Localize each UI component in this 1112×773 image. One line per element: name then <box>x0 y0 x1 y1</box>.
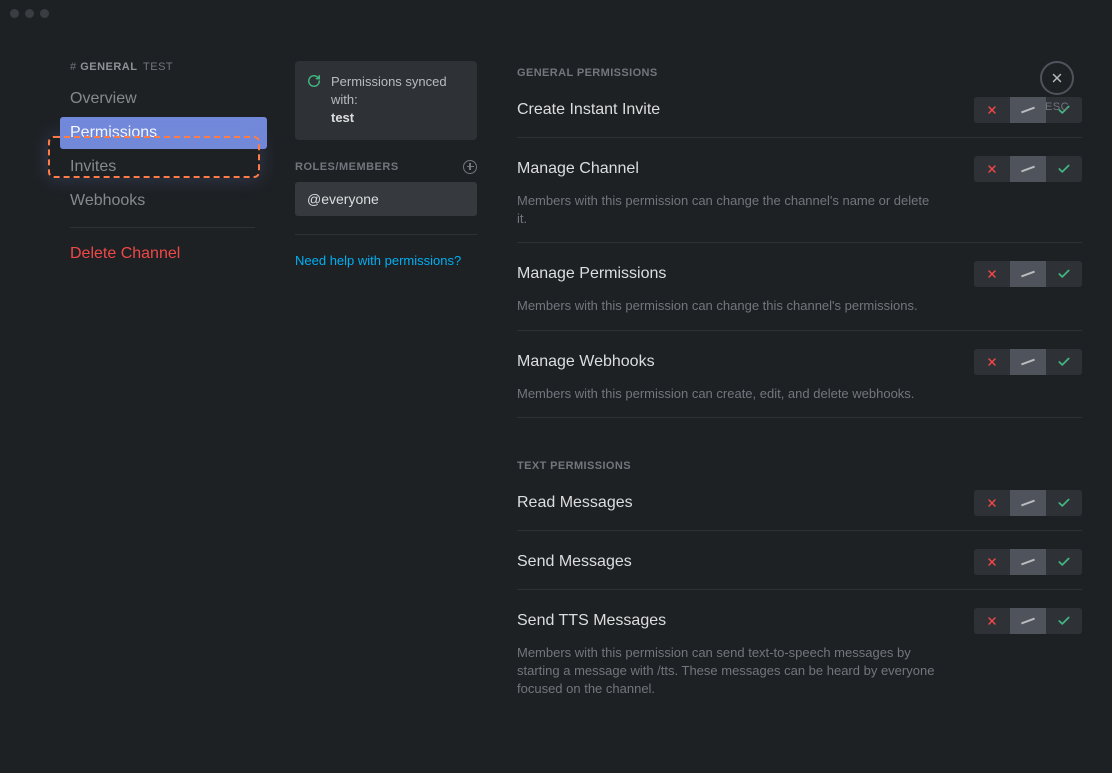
add-role-icon[interactable] <box>463 160 477 174</box>
perm-passthrough-button[interactable] <box>1010 349 1046 375</box>
perm-deny-button[interactable] <box>974 261 1010 287</box>
sync-icon <box>307 74 321 128</box>
perm-manage-webhooks: Manage Webhooks Members with this permis… <box>517 349 1082 418</box>
channel-name: GENERAL <box>80 61 137 73</box>
perm-title: Manage Channel <box>517 160 639 178</box>
roles-divider <box>295 234 477 235</box>
slash-icon <box>1021 558 1035 565</box>
section-text-permissions: TEXT PERMISSIONS <box>517 460 1082 472</box>
window-dot-minimize[interactable] <box>25 9 34 18</box>
window-dot-close[interactable] <box>10 9 19 18</box>
perm-title: Create Instant Invite <box>517 101 660 119</box>
perm-create-instant-invite: Create Instant Invite <box>517 97 1082 138</box>
perm-deny-button[interactable] <box>974 490 1010 516</box>
perm-description: Members with this permission can change … <box>517 192 937 228</box>
role-item-everyone[interactable]: @everyone <box>295 182 477 216</box>
perm-title: Send Messages <box>517 553 632 571</box>
sidebar-divider <box>70 227 255 228</box>
slash-icon <box>1021 617 1035 624</box>
perm-deny-button[interactable] <box>974 97 1010 123</box>
perm-allow-button[interactable] <box>1046 349 1082 375</box>
perm-allow-button[interactable] <box>1046 549 1082 575</box>
sidebar-item-permissions[interactable]: Permissions <box>60 117 267 149</box>
window-titlebar <box>0 0 1112 26</box>
close-button[interactable] <box>1040 61 1074 95</box>
sidebar-item-overview[interactable]: Overview <box>60 83 267 115</box>
perm-deny-button[interactable] <box>974 349 1010 375</box>
perm-toggle <box>974 156 1082 182</box>
perm-title: Send TTS Messages <box>517 612 666 630</box>
perm-description: Members with this permission can create,… <box>517 385 937 403</box>
perm-allow-button[interactable] <box>1046 608 1082 634</box>
channel-hash-icon: # <box>70 61 77 73</box>
perm-toggle <box>974 608 1082 634</box>
perm-toggle <box>974 349 1082 375</box>
close-settings-wrap: ESC <box>1040 61 1074 113</box>
perm-title: Read Messages <box>517 494 633 512</box>
perm-passthrough-button[interactable] <box>1010 156 1046 182</box>
roles-column: Permissions synced with: test ROLES/MEMB… <box>275 26 497 773</box>
slash-icon <box>1021 358 1035 365</box>
channel-suffix: TEST <box>143 61 173 73</box>
perm-deny-button[interactable] <box>974 156 1010 182</box>
perm-title: Manage Webhooks <box>517 353 655 371</box>
perm-allow-button[interactable] <box>1046 490 1082 516</box>
perm-passthrough-button[interactable] <box>1010 549 1046 575</box>
perm-read-messages: Read Messages <box>517 490 1082 531</box>
roles-members-header: ROLES/MEMBERS <box>295 161 399 173</box>
slash-icon <box>1021 499 1035 506</box>
sync-role-name: test <box>331 110 354 125</box>
sidebar-item-delete-channel[interactable]: Delete Channel <box>60 238 267 270</box>
sidebar-item-webhooks[interactable]: Webhooks <box>60 185 267 217</box>
perm-allow-button[interactable] <box>1046 261 1082 287</box>
perm-manage-permissions: Manage Permissions Members with this per… <box>517 261 1082 330</box>
perm-passthrough-button[interactable] <box>1010 608 1046 634</box>
window-dot-zoom[interactable] <box>40 9 49 18</box>
section-general-permissions: GENERAL PERMISSIONS <box>517 67 1082 79</box>
permissions-help-link[interactable]: Need help with permissions? <box>295 253 477 268</box>
perm-toggle <box>974 549 1082 575</box>
perm-manage-channel: Manage Channel Members with this permiss… <box>517 156 1082 243</box>
perm-passthrough-button[interactable] <box>1010 490 1046 516</box>
sidebar-channel-header: # GENERAL TEST <box>0 61 275 83</box>
perm-title: Manage Permissions <box>517 265 666 283</box>
permissions-panel: GENERAL PERMISSIONS Create Instant Invit… <box>497 26 1112 773</box>
sidebar-item-invites[interactable]: Invites <box>60 151 267 183</box>
perm-description: Members with this permission can change … <box>517 297 937 315</box>
perm-description: Members with this permission can send te… <box>517 644 937 699</box>
perm-toggle <box>974 261 1082 287</box>
settings-sidebar: # GENERAL TEST Overview Permissions Invi… <box>0 26 275 773</box>
sync-label: Permissions synced with: <box>331 74 447 107</box>
perm-send-messages: Send Messages <box>517 549 1082 590</box>
perm-allow-button[interactable] <box>1046 156 1082 182</box>
permissions-sync-box: Permissions synced with: test <box>295 61 477 140</box>
slash-icon <box>1021 107 1035 114</box>
perm-deny-button[interactable] <box>974 608 1010 634</box>
perm-deny-button[interactable] <box>974 549 1010 575</box>
slash-icon <box>1021 166 1035 173</box>
esc-label: ESC <box>1040 101 1074 113</box>
slash-icon <box>1021 271 1035 278</box>
perm-toggle <box>974 490 1082 516</box>
close-icon <box>1050 71 1064 85</box>
perm-passthrough-button[interactable] <box>1010 261 1046 287</box>
perm-send-tts-messages: Send TTS Messages Members with this perm… <box>517 608 1082 713</box>
